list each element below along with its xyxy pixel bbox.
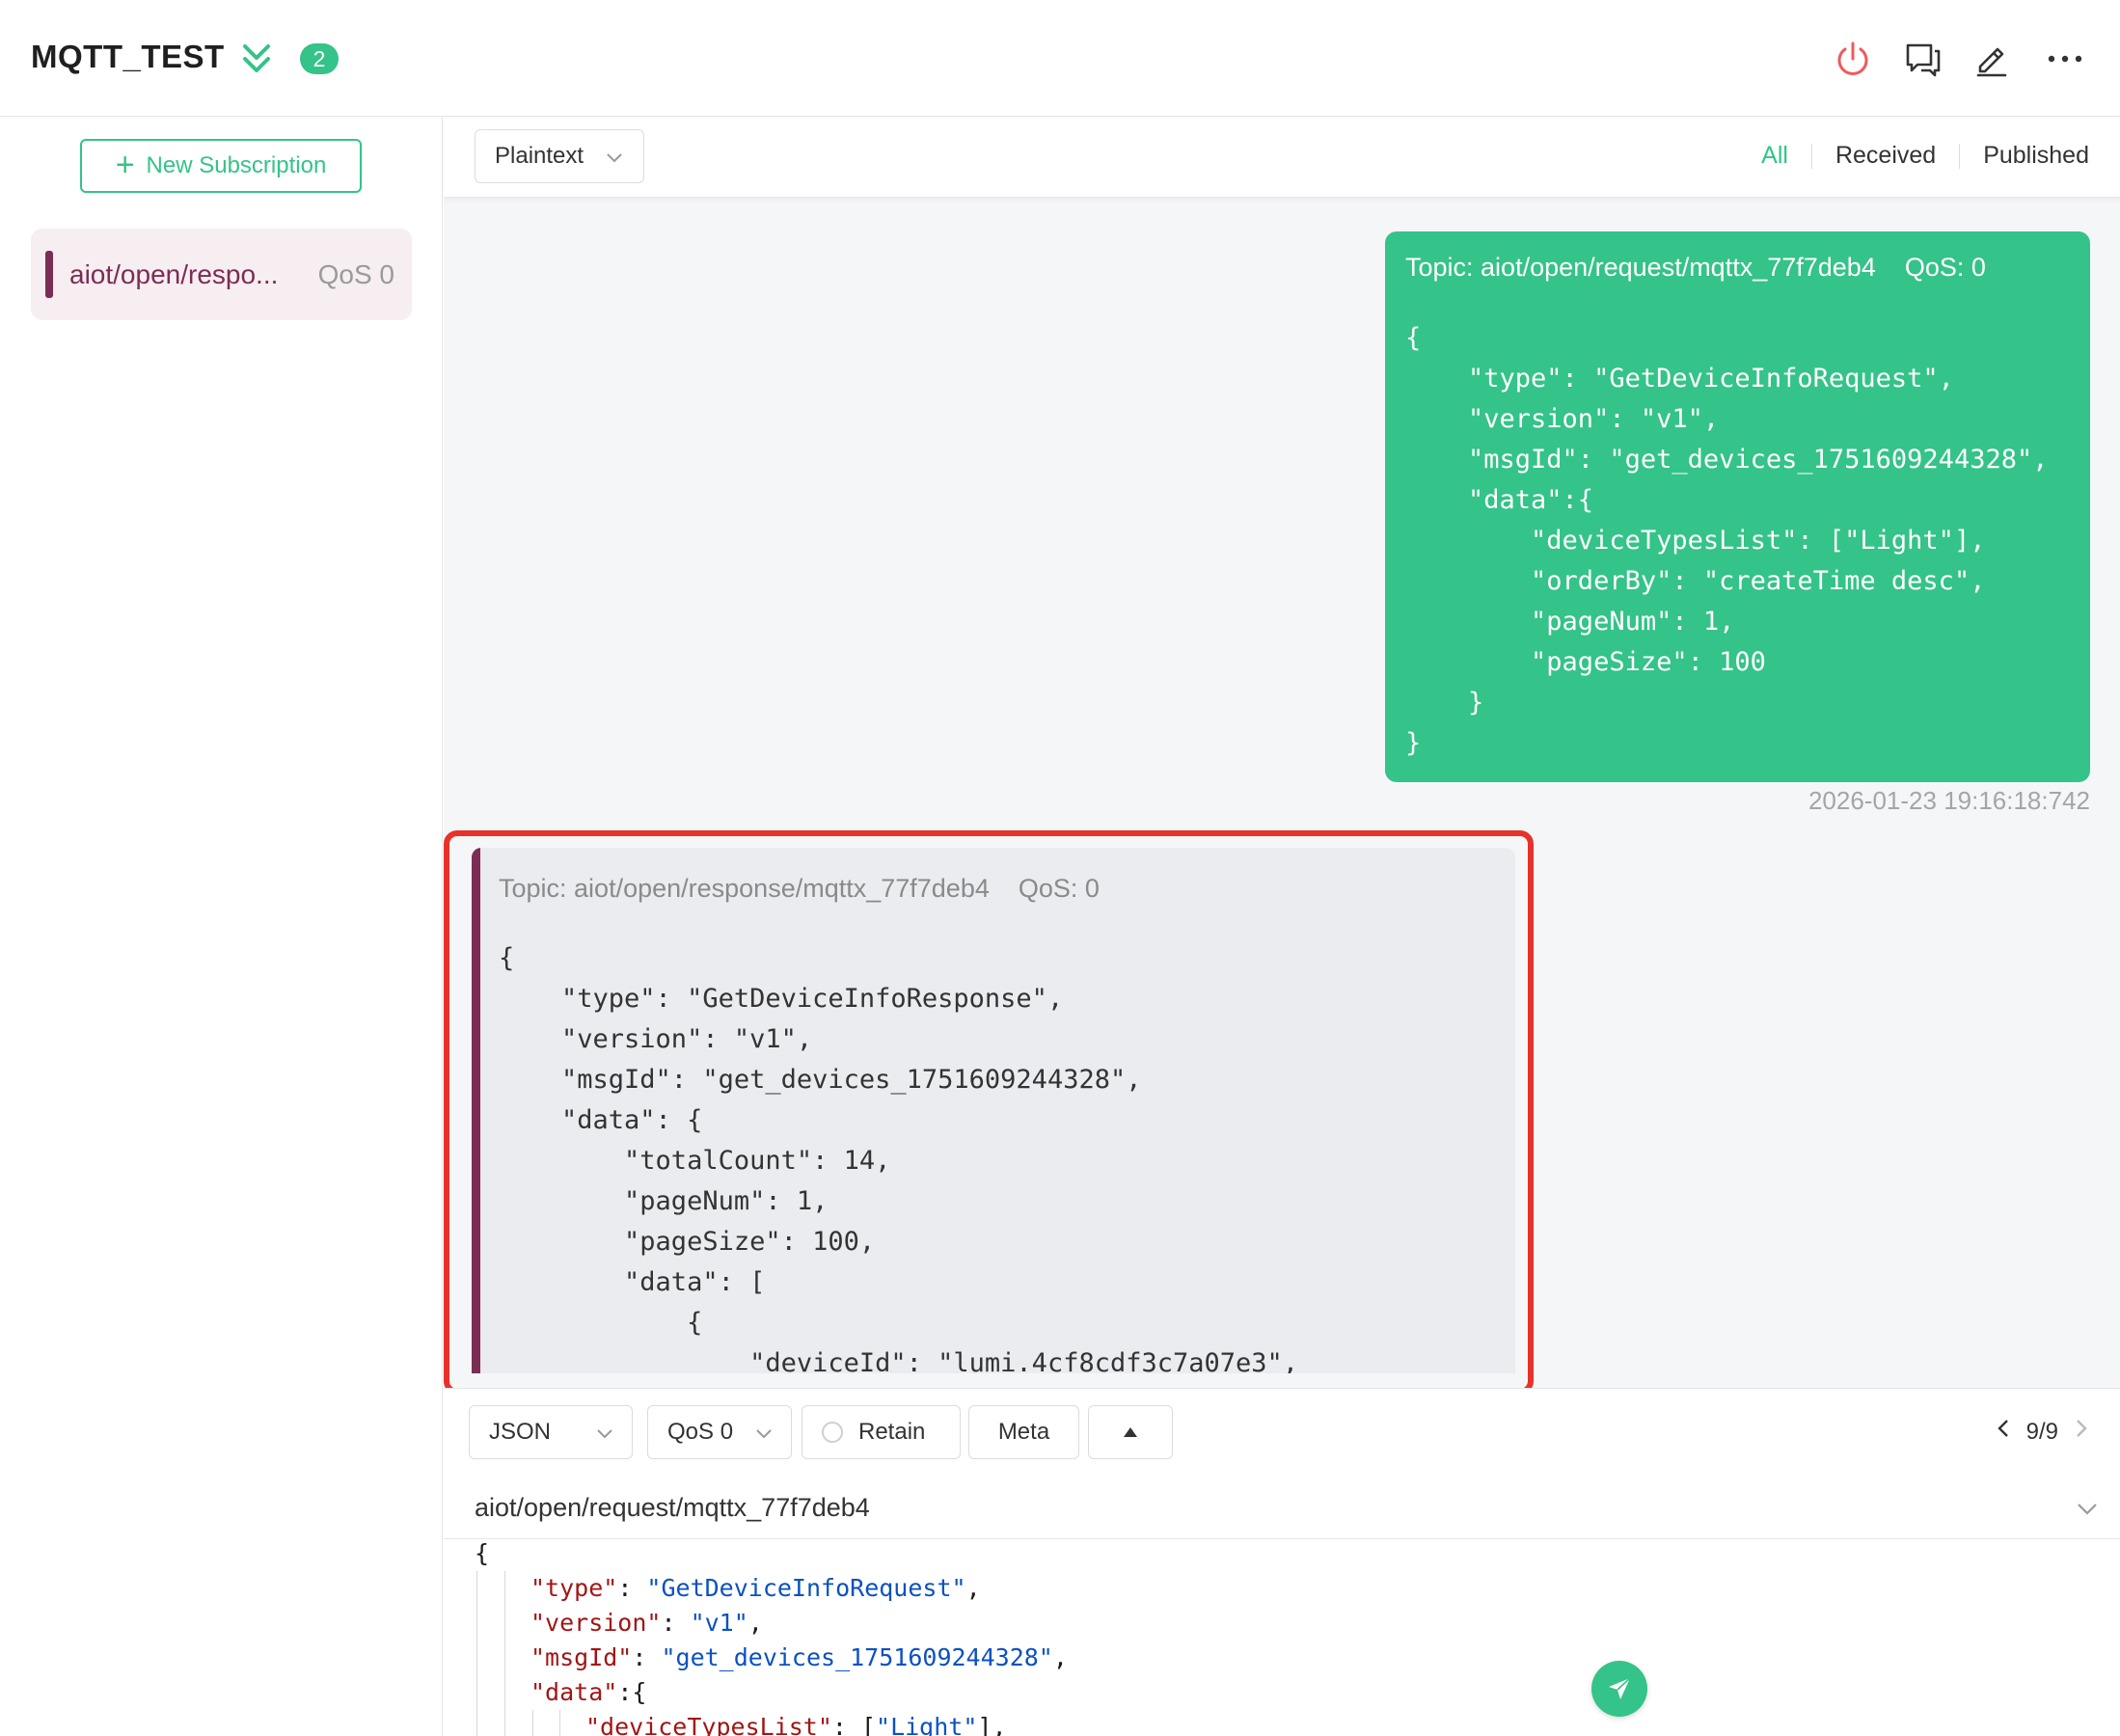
received-message: Topic: aiot/open/response/mqttx_77f7deb4…: [472, 848, 1515, 1373]
chevron-left-icon[interactable]: [1996, 1418, 2011, 1446]
new-window-button[interactable]: [1899, 35, 1947, 83]
more-options-button[interactable]: [2041, 35, 2089, 83]
editor-line: "type": "GetDeviceInfoRequest",: [530, 1574, 981, 1602]
payload-type-value: JSON: [489, 1419, 552, 1445]
filter-all[interactable]: All: [1738, 142, 1811, 170]
received-message-meta: Topic: aiot/open/response/mqttx_77f7deb4…: [499, 874, 1100, 903]
disconnect-button[interactable]: [1829, 35, 1877, 83]
message-composer: JSON QoS 0 Retain Meta 9/9 aiot/open/req…: [444, 1388, 2120, 1736]
new-subscription-button[interactable]: + New Subscription: [80, 139, 362, 193]
indent-guide: [476, 1571, 477, 1736]
meta-button[interactable]: Meta: [968, 1405, 1079, 1459]
connection-count-badge: 2: [300, 43, 339, 74]
published-message-body: { "type": "GetDeviceInfoRequest", "versi…: [1405, 323, 2049, 758]
published-message: Topic: aiot/open/request/mqttx_77f7deb4 …: [1385, 231, 2090, 782]
chevron-down-icon: [597, 1429, 612, 1439]
subscriptions-sidebar: + New Subscription aiot/open/respo... Qo…: [0, 117, 443, 1736]
retain-radio-icon: [822, 1422, 843, 1443]
edit-icon: [1976, 47, 2007, 77]
indent-guide: [559, 1710, 560, 1736]
received-message-body: { "type": "GetDeviceInfoResponse", "vers…: [499, 943, 1299, 1373]
edit-connection-button[interactable]: [1968, 35, 2016, 83]
power-icon: [1837, 41, 1868, 75]
message-panel: Plaintext All Received Published Topic: …: [444, 117, 2120, 1736]
editor-line: "version": "v1",: [530, 1609, 763, 1637]
indent-guide: [504, 1571, 505, 1736]
topic-field[interactable]: aiot/open/request/mqttx_77f7deb4: [444, 1476, 2120, 1539]
subscription-color-bar: [45, 251, 53, 298]
topic-input[interactable]: aiot/open/request/mqttx_77f7deb4: [475, 1493, 870, 1523]
filter-received[interactable]: Received: [1812, 142, 1959, 170]
caret-up-icon: [1124, 1427, 1137, 1437]
connection-header: MQTT_TEST 2: [0, 0, 2120, 117]
editor-line: "data":{: [530, 1678, 647, 1706]
qos-select[interactable]: QoS 0: [647, 1405, 792, 1459]
history-pager: 9/9: [1996, 1418, 2089, 1446]
plus-icon: +: [115, 146, 135, 183]
qos-value: QoS 0: [667, 1419, 734, 1445]
chevron-down-icon: [756, 1429, 772, 1439]
meta-label: Meta: [997, 1419, 1050, 1445]
indent-guide: [532, 1710, 533, 1736]
pager-count: 9/9: [2025, 1418, 2058, 1445]
highlight-box: Topic: aiot/open/response/mqttx_77f7deb4…: [444, 830, 1534, 1388]
send-button[interactable]: [1591, 1661, 1647, 1717]
published-message-time: 2026-01-23 19:16:18:742: [1807, 786, 2090, 815]
chat-icon: [1906, 43, 1941, 77]
payload-format-value: Plaintext: [495, 143, 584, 169]
editor-line: "deviceTypesList": ["Light"],: [585, 1713, 1007, 1736]
send-icon: [1609, 1677, 1631, 1699]
payload-type-select[interactable]: JSON: [469, 1405, 633, 1459]
payload-editor[interactable]: { "type": "GetDeviceInfoRequest", "versi…: [444, 1540, 2120, 1736]
retain-label: Retain: [858, 1419, 926, 1445]
connection-title: MQTT_TEST: [31, 39, 225, 74]
more-icon: [2048, 55, 2082, 63]
filter-published[interactable]: Published: [1960, 142, 2089, 170]
received-message-color-bar: [472, 848, 480, 1373]
subscription-topic: aiot/open/respo...: [69, 259, 279, 289]
published-message-meta: Topic: aiot/open/request/mqttx_77f7deb4 …: [1405, 253, 1986, 282]
retain-toggle[interactable]: Retain: [802, 1405, 961, 1459]
subscription-qos: QoS 0: [317, 259, 394, 289]
chevron-down-icon: [607, 153, 622, 163]
history-toggle-button[interactable]: [1088, 1405, 1173, 1459]
chevron-right-icon[interactable]: [2074, 1418, 2089, 1446]
new-subscription-label: New Subscription: [146, 152, 327, 178]
payload-format-select[interactable]: Plaintext: [475, 129, 644, 183]
collapse-icon[interactable]: [240, 41, 273, 77]
editor-line: "msgId": "get_devices_1751609244328",: [530, 1643, 1068, 1671]
message-filter-tabs: All Received Published: [1738, 142, 2089, 170]
chevron-down-icon[interactable]: [2076, 1499, 2099, 1523]
message-list[interactable]: Topic: aiot/open/request/mqttx_77f7deb4 …: [444, 198, 2120, 1388]
subscription-item[interactable]: aiot/open/respo... QoS 0: [31, 229, 412, 320]
message-toolbar: Plaintext All Received Published: [444, 117, 2120, 198]
editor-line: {: [475, 1540, 490, 1567]
